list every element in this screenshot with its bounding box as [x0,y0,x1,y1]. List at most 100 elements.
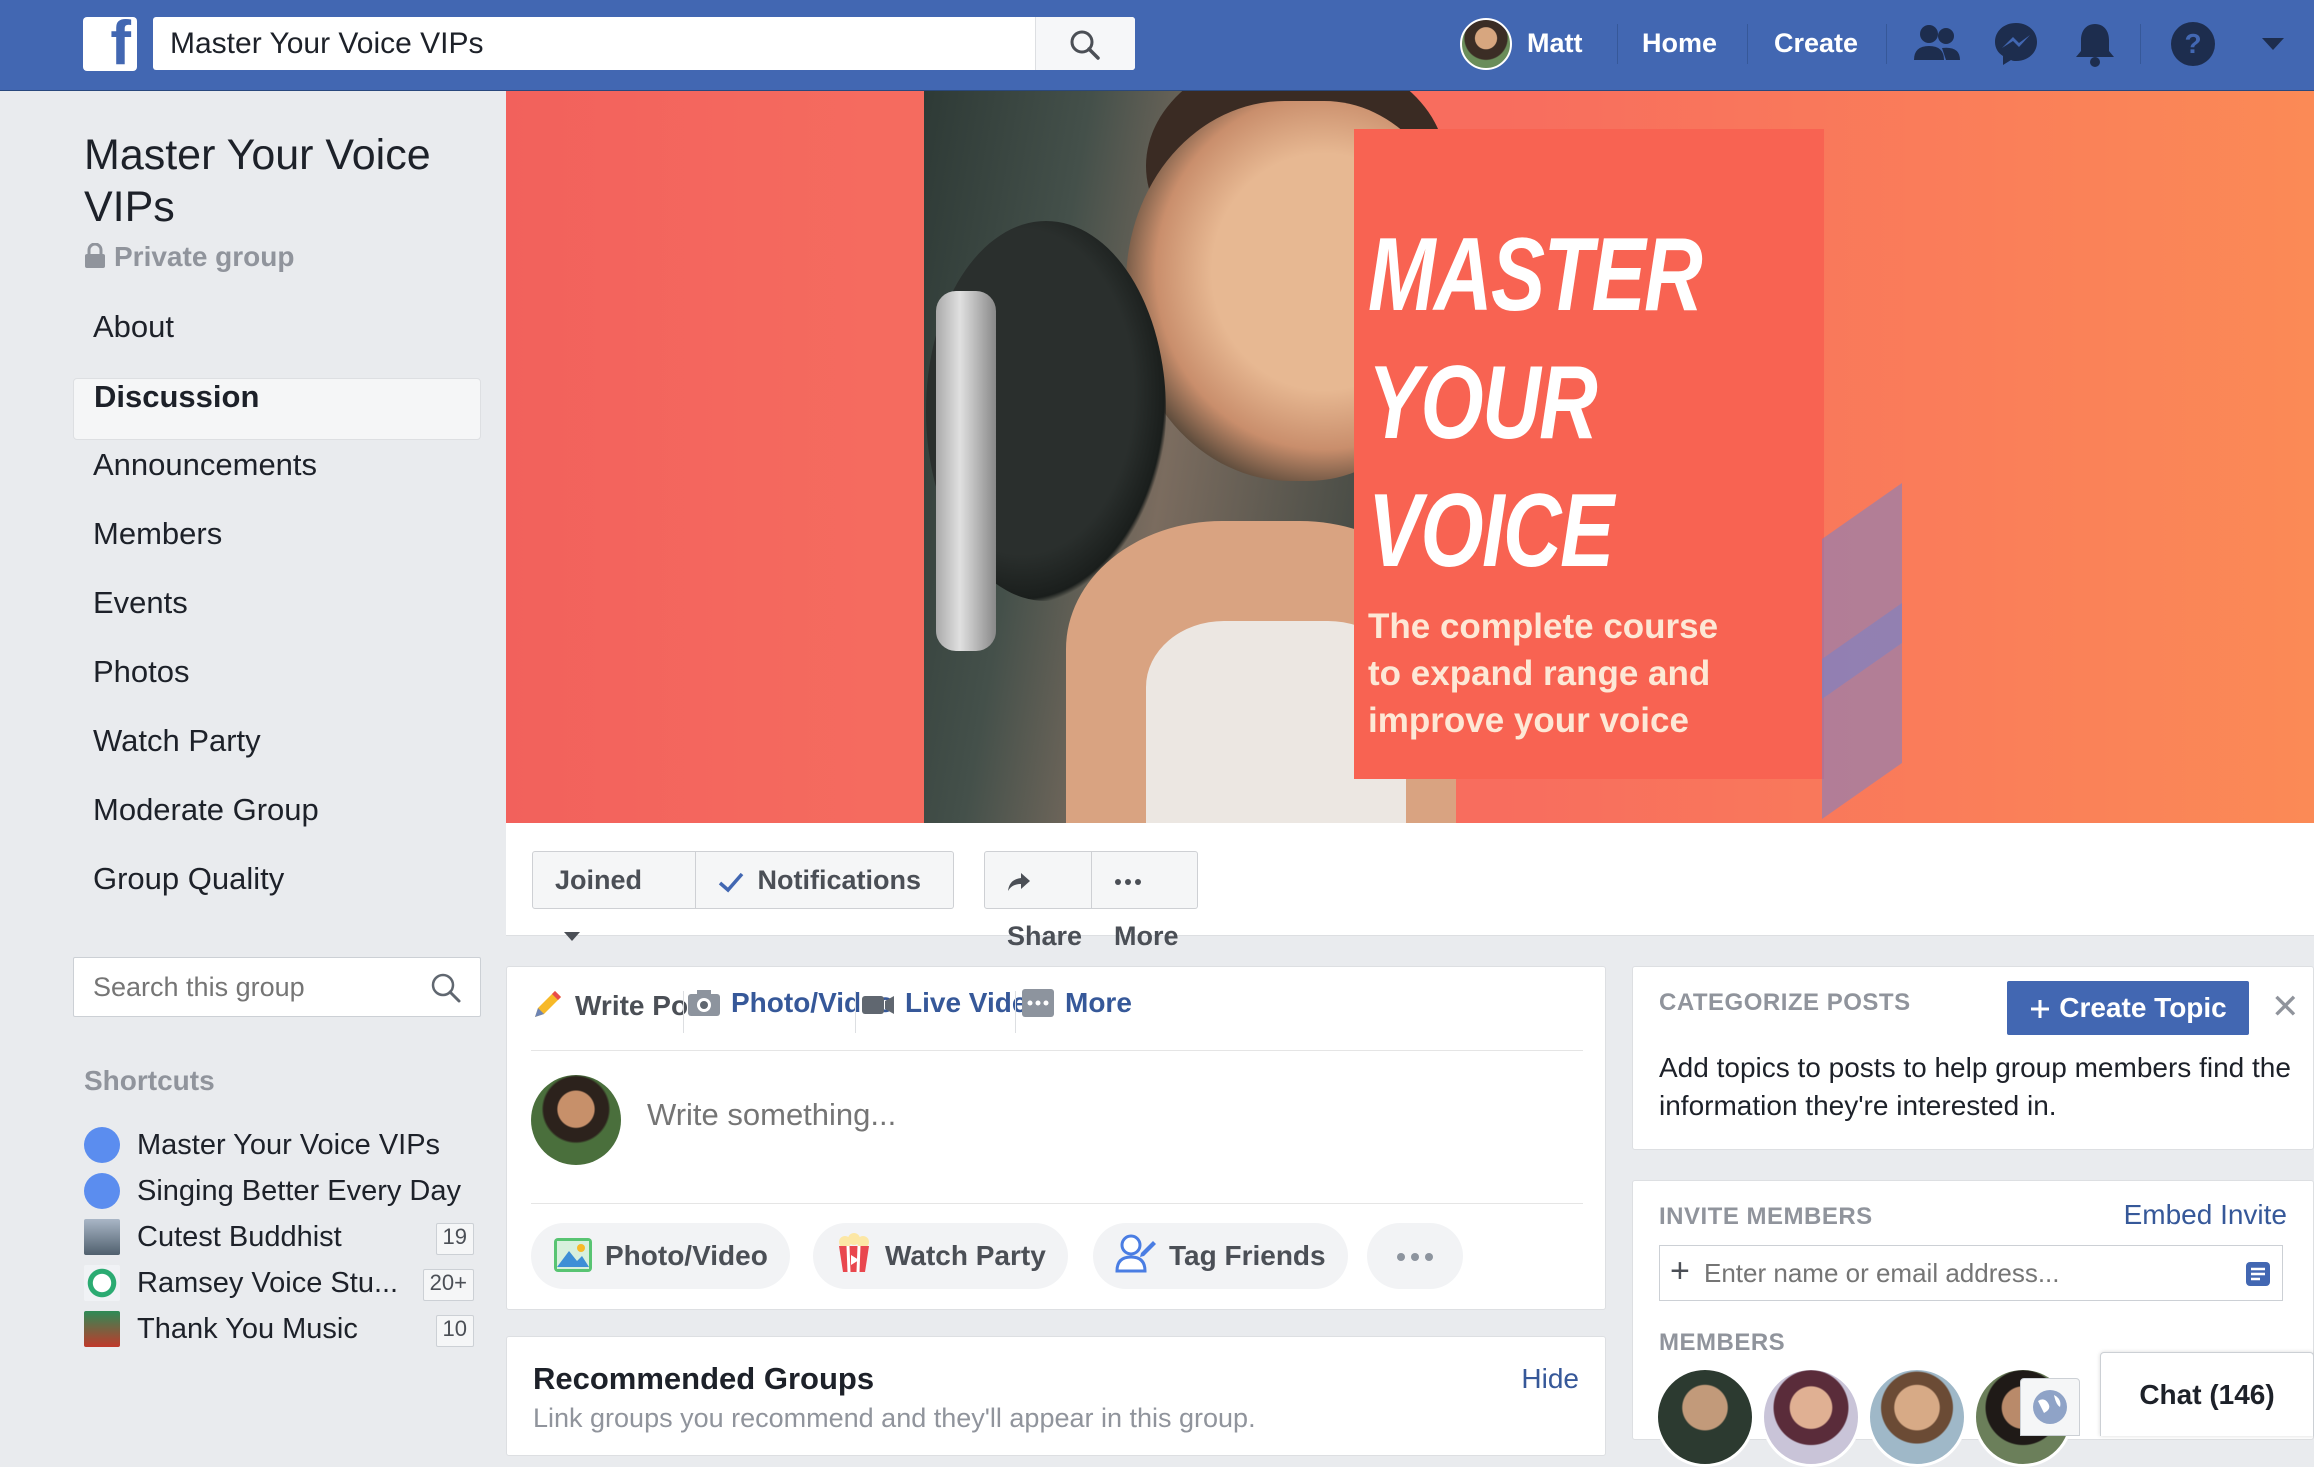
cover-subtitle-line: improve your voice [1368,701,1689,740]
tag-friends-button[interactable]: Tag Friends [1093,1223,1348,1289]
embed-invite-link[interactable]: Embed Invite [2124,1199,2287,1231]
tab-divider [683,991,684,1033]
chat-tab[interactable]: Chat (146) [2100,1352,2314,1436]
group-nav: About Discussion Announcements Members E… [73,309,481,930]
unread-count-badge: 19 [435,1223,474,1255]
group-thumbnail [84,1311,120,1347]
top-navigation-bar: f Matt Home Create ? [0,0,2314,91]
categorize-posts-heading: CATEGORIZE POSTS [1659,989,1911,1016]
facebook-logo-icon[interactable]: f [83,17,137,71]
cover-subtitle: The complete course to expand range and … [1368,603,1718,744]
shortcut-item[interactable]: Cutest Buddhist 19 [84,1213,484,1261]
sidebar-item-members[interactable]: Members [73,516,481,578]
close-icon[interactable]: ✕ [2271,987,2300,1027]
watch-party-button[interactable]: Watch Party [813,1223,1068,1289]
friend-requests-icon[interactable] [1912,20,1962,68]
shortcut-item[interactable]: Singing Better Every Day [84,1167,484,1215]
search-button[interactable] [1035,17,1135,70]
messenger-icon[interactable] [1992,20,2040,68]
tab-write-post[interactable]: Write Post [531,987,713,1022]
invite-field: + [1659,1245,2283,1301]
tag-friends-icon [1115,1234,1156,1273]
group-thumbnail [84,1265,120,1301]
cover-title-line: YOUR [1368,345,1598,461]
tab-label: More [1065,987,1132,1018]
privacy-label: Private group [114,241,295,272]
shortcut-label: Master Your Voice VIPs [137,1129,441,1161]
create-topic-button[interactable]: Create Topic [2007,981,2249,1035]
sidebar-item-discussion[interactable]: Discussion [73,378,481,440]
nav-divider [1886,24,1887,64]
unread-count-badge: 20+ [422,1269,474,1301]
lock-icon [85,243,105,268]
group-sidebar: Master Your Voice VIPs Private group Abo… [0,91,506,1436]
group-cover-photo[interactable]: MASTER YOUR VOICE The complete course to… [506,91,2314,823]
sidebar-item-announcements[interactable]: Announcements [73,447,481,509]
address-book-icon[interactable] [2244,1260,2272,1288]
svg-text:?: ? [2184,28,2201,59]
notifications-button[interactable]: Notifications [696,851,954,909]
tab-divider [1015,991,1016,1033]
shortcut-label: Cutest Buddhist [137,1221,342,1253]
categorize-posts-card: CATEGORIZE POSTS Create Topic ✕ Add topi… [1632,966,2314,1150]
group-title[interactable]: Master Your Voice VIPs [84,129,484,233]
share-arrow-icon [1008,873,1030,891]
user-avatar[interactable] [1460,18,1512,70]
group-search-input[interactable] [74,958,414,1016]
nav-divider [2140,24,2141,64]
notifications-label: Notifications [757,865,922,895]
search-icon[interactable] [430,972,462,1004]
sidebar-item-about[interactable]: About [73,309,481,371]
sidebar-item-watch-party[interactable]: Watch Party [73,723,481,785]
home-link[interactable]: Home [1642,28,1717,59]
more-button[interactable]: More [1092,851,1198,951]
plus-icon: + [1670,1252,1690,1290]
globe-icon[interactable] [2020,1378,2080,1436]
more-dots-icon [1115,879,1141,885]
sidebar-item-group-quality[interactable]: Group Quality [73,861,481,923]
more-dots-icon [1397,1253,1433,1261]
group-icon [84,1173,120,1209]
sidebar-item-photos[interactable]: Photos [73,654,481,716]
tab-live-video[interactable]: Live Video [861,987,1045,1019]
composer-more-button[interactable] [1367,1223,1463,1289]
global-search [153,17,1135,70]
shortcut-item[interactable]: Master Your Voice VIPs [84,1121,484,1169]
hide-link[interactable]: Hide [1521,1363,1579,1395]
member-avatar[interactable] [1867,1367,1967,1467]
help-icon[interactable]: ? [2169,20,2217,68]
user-avatar[interactable] [531,1075,621,1165]
pill-label: Watch Party [885,1240,1046,1271]
more-box-icon [1022,989,1054,1017]
member-avatar[interactable] [1761,1367,1861,1467]
sidebar-item-events[interactable]: Events [73,585,481,647]
profile-link[interactable]: Matt [1527,28,1583,59]
joined-button[interactable]: Joined [532,851,696,941]
account-menu-caret-icon[interactable] [2260,36,2286,52]
pill-label: Tag Friends [1169,1240,1326,1271]
cover-title-line: MASTER [1368,217,1703,333]
post-text-input[interactable] [647,1097,1447,1133]
checkmark-icon [718,872,744,893]
member-avatar[interactable] [1655,1367,1755,1467]
microphone-shape [936,291,996,651]
shortcut-label: Singing Better Every Day [137,1175,461,1207]
tab-more[interactable]: More [1021,987,1132,1019]
joined-label: Joined [555,865,643,895]
camera-icon [688,990,720,1016]
share-button[interactable]: Share [984,851,1092,951]
recommended-groups-subtitle: Link groups you recommend and they'll ap… [533,1403,1256,1433]
nav-divider [1747,24,1748,64]
global-search-input[interactable] [153,17,1033,70]
create-link[interactable]: Create [1774,28,1858,59]
photo-video-button[interactable]: Photo/Video [531,1223,790,1289]
notifications-bell-icon[interactable] [2072,20,2118,68]
tab-divider [855,991,856,1033]
video-camera-icon [862,996,894,1014]
invite-input[interactable] [1704,1246,2224,1300]
shortcut-item[interactable]: Thank You Music 10 [84,1305,484,1353]
shortcut-item[interactable]: Ramsey Voice Stu... 20+ [84,1259,484,1307]
sidebar-item-moderate-group[interactable]: Moderate Group [73,792,481,854]
create-topic-label: Create Topic [2059,992,2227,1023]
pill-label: Photo/Video [605,1240,768,1271]
